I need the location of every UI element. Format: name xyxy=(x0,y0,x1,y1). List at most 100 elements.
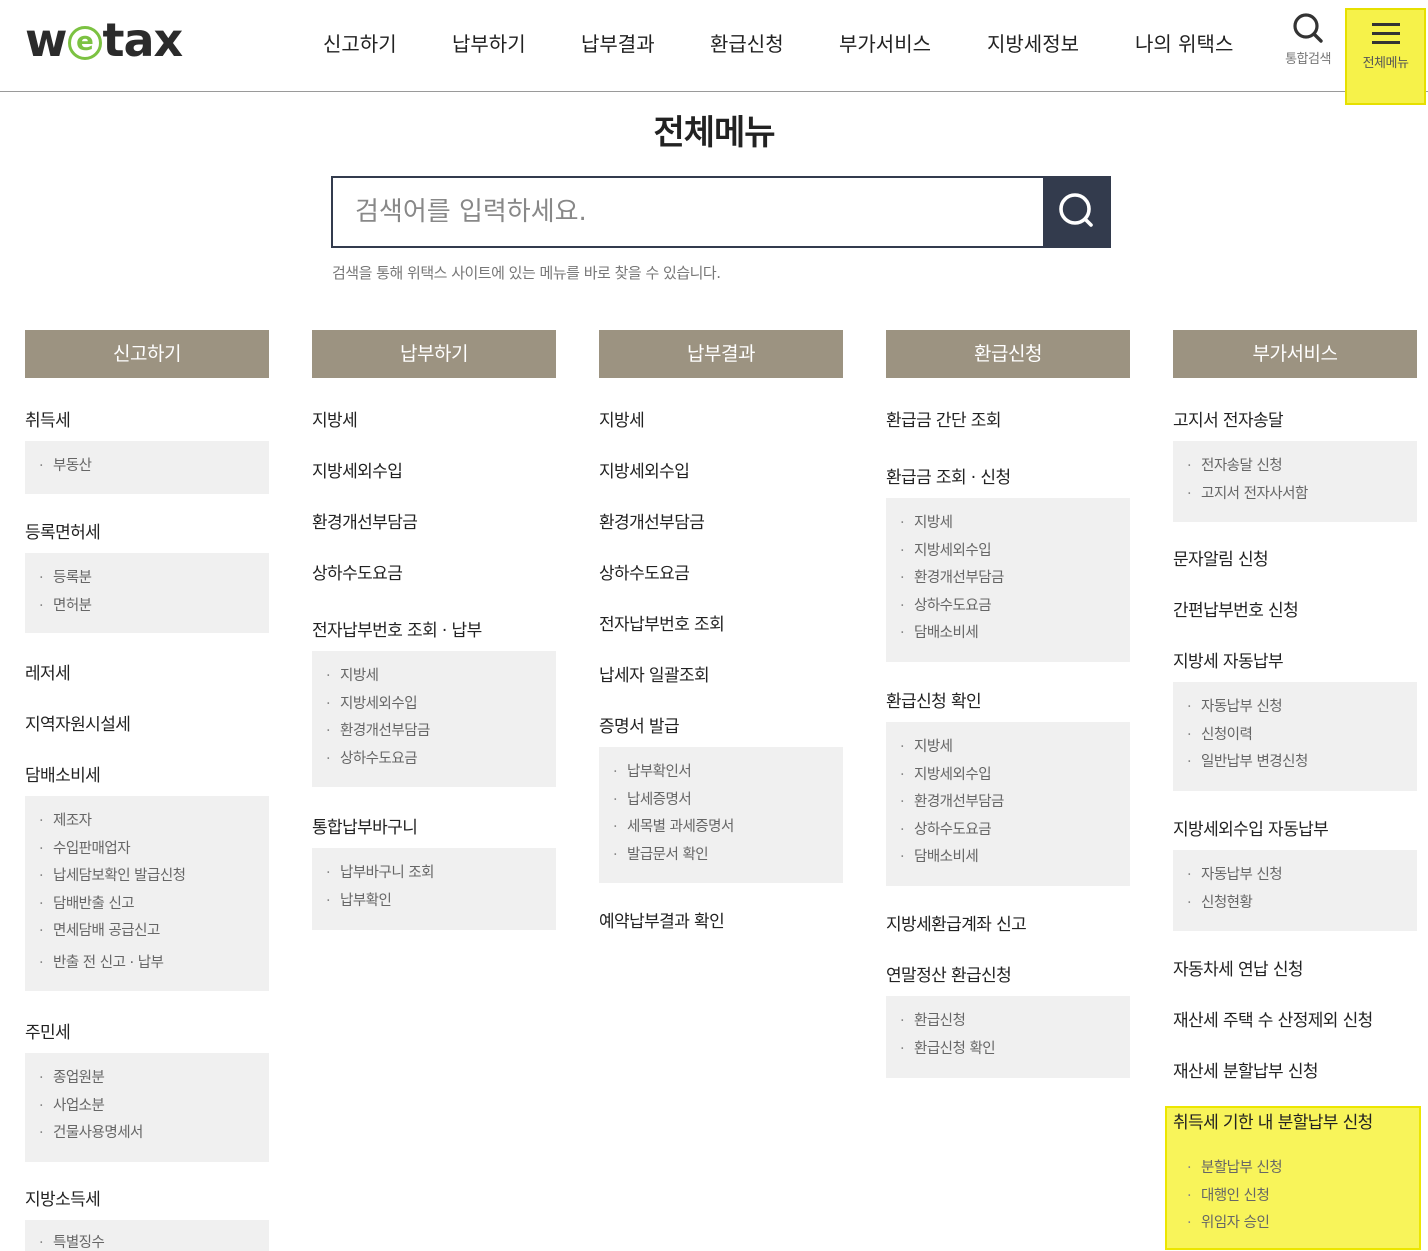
submenu-item[interactable]: 납세담보확인 발급신청 xyxy=(39,863,269,891)
section-title-resident-tax[interactable]: 주민세 xyxy=(25,1018,269,1043)
all-menu-button[interactable]: 전체메뉴 xyxy=(1345,8,1426,105)
submenu-item[interactable]: 환급신청 확인 xyxy=(900,1036,1130,1064)
submenu-item[interactable]: 상하수도요금 xyxy=(326,746,556,774)
section-title-regional-resource-tax[interactable]: 지역자원시설세 xyxy=(25,710,131,735)
section-title-year-end-refund[interactable]: 연말정산 환급신청 xyxy=(886,961,1130,986)
submenu-item[interactable]: 자동납부 신청 xyxy=(1187,694,1417,722)
section-title-car-tax-annual[interactable]: 자동차세 연납 신청 xyxy=(1173,955,1304,980)
section-title-local-income-tax[interactable]: 지방소득세 xyxy=(25,1185,269,1210)
submenu-item[interactable]: 담배소비세 xyxy=(900,844,1130,872)
submenu-item[interactable]: 자동납부 신청 xyxy=(1187,862,1417,890)
column-header-report[interactable]: 신고하기 xyxy=(25,330,269,378)
submenu-item[interactable]: 세목별 과세증명서 xyxy=(613,814,843,842)
submenu-item[interactable]: 사업소분 xyxy=(39,1093,269,1121)
submenu-item[interactable]: 분할납부 신청 xyxy=(1187,1155,1417,1183)
submenu-item[interactable]: 지방세외수입 xyxy=(900,762,1130,790)
menu-search-input[interactable] xyxy=(333,178,1043,246)
submenu-list: 특별징수 xyxy=(25,1220,269,1251)
wetax-logo[interactable]: w e tax xyxy=(25,13,183,67)
submenu-item[interactable]: 수입판매업자 xyxy=(39,836,269,864)
submenu-item[interactable]: 상하수도요금 xyxy=(900,817,1130,845)
column-header-refund[interactable]: 환급신청 xyxy=(886,330,1130,378)
submenu-item[interactable]: 일반납부 변경신청 xyxy=(1187,749,1417,777)
submenu-item[interactable]: 납부바구니 조회 xyxy=(326,860,556,888)
section-title-reserved-payment-result[interactable]: 예약납부결과 확인 xyxy=(599,907,725,932)
section-title-property-tax-house-exclusion[interactable]: 재산세 주택 수 산정제외 신청 xyxy=(1173,1006,1373,1031)
section-title-local-tax[interactable]: 지방세 xyxy=(599,406,645,431)
section-title-water-fee[interactable]: 상하수도요금 xyxy=(599,559,690,584)
submenu-item[interactable]: 지방세외수입 xyxy=(326,691,556,719)
section-title-acquisition-tax-installment[interactable]: 취득세 기한 내 분할납부 신청 xyxy=(1173,1108,1417,1133)
submenu-item[interactable]: 면허분 xyxy=(39,593,269,621)
submenu-item[interactable]: 지방세외수입 xyxy=(900,538,1130,566)
submenu-item[interactable]: 대행인 신청 xyxy=(1187,1183,1417,1211)
submenu-item[interactable]: 건물사용명세서 xyxy=(39,1120,269,1148)
submenu-item[interactable]: 환경개선부담금 xyxy=(900,565,1130,593)
submenu-item[interactable]: 환경개선부담금 xyxy=(326,718,556,746)
nav-item-local-tax-info[interactable]: 지방세정보 xyxy=(987,28,1079,57)
section-title-non-tax-revenue[interactable]: 지방세외수입 xyxy=(312,457,403,482)
submenu-item[interactable]: 담배소비세 xyxy=(900,620,1130,648)
section-title-refund-confirm[interactable]: 환급신청 확인 xyxy=(886,687,1130,712)
submenu-item[interactable]: 특별징수 xyxy=(39,1230,269,1251)
section-title-non-tax-autopay[interactable]: 지방세외수입 자동납부 xyxy=(1173,815,1417,840)
nav-item-pay[interactable]: 납부하기 xyxy=(452,28,526,57)
section-title-tobacco-tax[interactable]: 담배소비세 xyxy=(25,761,269,786)
section-title-env-charge[interactable]: 환경개선부담금 xyxy=(312,508,418,533)
section-title-local-tax-autopay[interactable]: 지방세 자동납부 xyxy=(1173,647,1417,672)
submenu-item[interactable]: 납세증명서 xyxy=(613,787,843,815)
column-header-extra-service[interactable]: 부가서비스 xyxy=(1173,330,1417,378)
submenu-item[interactable]: 담배반출 신고 xyxy=(39,891,269,919)
submenu-item[interactable]: 전자송달 신청 xyxy=(1187,453,1417,481)
section-title-refund-query-apply[interactable]: 환급금 조회 · 신청 xyxy=(886,463,1130,488)
submenu-item[interactable]: 지방세 xyxy=(900,734,1130,762)
submenu-item[interactable]: 부동산 xyxy=(39,453,269,481)
section-title-e-payment-number[interactable]: 전자납부번호 조회 xyxy=(599,610,725,635)
column-header-pay-result[interactable]: 납부결과 xyxy=(599,330,843,378)
section-title-water-fee[interactable]: 상하수도요금 xyxy=(312,559,403,584)
submenu-item[interactable]: 납부확인 xyxy=(326,888,556,916)
submenu-item[interactable]: 지방세 xyxy=(326,663,556,691)
section-title-registration-license-tax[interactable]: 등록면허세 xyxy=(25,518,269,543)
section-title-refund-quick-query[interactable]: 환급금 간단 조회 xyxy=(886,406,1001,431)
submenu-item[interactable]: 제조자 xyxy=(39,808,269,836)
nav-item-refund[interactable]: 환급신청 xyxy=(710,28,784,57)
nav-item-my-wetax[interactable]: 나의 위택스 xyxy=(1135,28,1233,57)
submenu-item[interactable]: 등록분 xyxy=(39,565,269,593)
section-title-env-charge[interactable]: 환경개선부담금 xyxy=(599,508,705,533)
menu-section: 연말정산 환급신청 환급신청 환급신청 확인 xyxy=(886,961,1130,1078)
section-title-property-tax-installment[interactable]: 재산세 분할납부 신청 xyxy=(1173,1057,1319,1082)
section-title-acquisition-tax[interactable]: 취득세 xyxy=(25,406,269,431)
submenu-item[interactable]: 발급문서 확인 xyxy=(613,842,843,870)
section-title-non-tax-revenue[interactable]: 지방세외수입 xyxy=(599,457,690,482)
section-title-e-payment-number[interactable]: 전자납부번호 조회 · 납부 xyxy=(312,616,556,641)
menu-search-button[interactable] xyxy=(1043,178,1109,246)
section-title-refund-account-report[interactable]: 지방세환급계좌 신고 xyxy=(886,910,1027,935)
section-title-taxpayer-bulk-query[interactable]: 납세자 일괄조회 xyxy=(599,661,710,686)
submenu-item[interactable]: 면세담배 공급신고 xyxy=(39,918,269,946)
submenu-item[interactable]: 위임자 승인 xyxy=(1187,1210,1417,1238)
submenu-item[interactable]: 환경개선부담금 xyxy=(900,789,1130,817)
section-title-local-tax[interactable]: 지방세 xyxy=(312,406,358,431)
section-title-simple-payment-number[interactable]: 간편납부번호 신청 xyxy=(1173,596,1299,621)
submenu-item[interactable]: 종업원분 xyxy=(39,1065,269,1093)
submenu-item[interactable]: 신청현황 xyxy=(1187,890,1417,918)
section-title-certificate-issue[interactable]: 증명서 발급 xyxy=(599,712,843,737)
submenu-item[interactable]: 지방세 xyxy=(900,510,1130,538)
nav-item-extra-service[interactable]: 부가서비스 xyxy=(839,28,931,57)
submenu-item[interactable]: 환급신청 xyxy=(900,1008,1130,1036)
integrated-search-button[interactable]: 통합검색 xyxy=(1270,10,1346,70)
nav-item-report[interactable]: 신고하기 xyxy=(323,28,397,57)
submenu-item[interactable]: 고지서 전자사서함 xyxy=(1187,481,1417,509)
submenu-item[interactable]: 신청이력 xyxy=(1187,722,1417,750)
section-title-e-delivery[interactable]: 고지서 전자송달 xyxy=(1173,406,1417,431)
menu-section: 자동차세 연납 신청 xyxy=(1173,955,1304,980)
nav-item-pay-result[interactable]: 납부결과 xyxy=(581,28,655,57)
submenu-item[interactable]: 반출 전 신고 · 납부 xyxy=(39,950,269,978)
column-header-pay[interactable]: 납부하기 xyxy=(312,330,556,378)
section-title-leisure-tax[interactable]: 레저세 xyxy=(25,659,71,684)
submenu-item[interactable]: 납부확인서 xyxy=(613,759,843,787)
section-title-sms-alert[interactable]: 문자알림 신청 xyxy=(1173,545,1269,570)
submenu-item[interactable]: 상하수도요금 xyxy=(900,593,1130,621)
section-title-payment-basket[interactable]: 통합납부바구니 xyxy=(312,813,556,838)
